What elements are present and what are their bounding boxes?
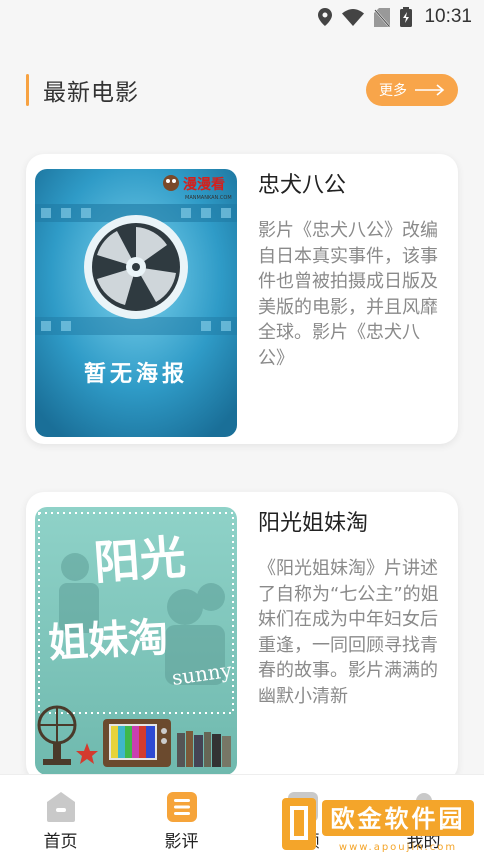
more-button[interactable]: 更多	[366, 74, 458, 106]
more-button-label: 更多	[379, 83, 407, 99]
nav-label-reviews: 影评	[164, 832, 199, 852]
movie-description-wrap: 影片《忠犬八公》改编自日本真实事件，该事件也曾被拍摄成日版及美版的电影，并且风靡…	[258, 218, 444, 396]
poster-title-line2: 姐妹淘	[47, 614, 169, 667]
status-time: 10:31	[424, 6, 472, 27]
status-bar: 10:31	[0, 0, 484, 34]
movie-title: 阳光姐妹淘	[258, 511, 369, 536]
arrow-right-icon	[415, 84, 445, 96]
watermark-url: www.apoujin.com	[339, 842, 457, 853]
nav-label-home: 首页	[43, 832, 78, 852]
poster-logo-text: 漫漫看	[183, 176, 225, 193]
no-sim-icon	[374, 7, 391, 27]
site-watermark: 欧金软件园 www.apoujin.com	[282, 794, 478, 858]
battery-charging-icon	[400, 7, 413, 27]
watermark-text: 欧金软件园	[331, 805, 466, 833]
poster-logo-subtext: MANMANKAN.COM	[185, 195, 232, 201]
title-accent-bar	[26, 74, 29, 106]
nav-item-home[interactable]: 首页	[21, 791, 101, 852]
movie-description-wrap: 《阳光姐妹淘》片讲述了自称为“七公主”的姐妹们在成为中年妇女后重逢，一同回顾寻找…	[258, 556, 444, 734]
list-icon	[166, 792, 197, 822]
home-icon	[46, 792, 75, 822]
movie-card[interactable]: 阳光 姐妹淘 sunny 阳光姐妹淘 《阳光姐妹淘》片讲述了自称为“七公主”的姐…	[26, 492, 458, 782]
movie-info: 阳光姐妹淘 《阳光姐妹淘》片讲述了自称为“七公主”的姐妹们在成为中年妇女后重逢，…	[258, 506, 444, 734]
movie-poster: 漫漫看 MANMANKAN.COM 暂无海报	[35, 169, 237, 437]
nav-item-reviews[interactable]: 影评	[142, 791, 222, 852]
movie-description: 影片《忠犬八公》改编自日本真实事件，该事件也曾被拍摄成日版及美版的电影，并且风靡…	[258, 220, 438, 369]
movie-description: 《阳光姐妹淘》片讲述了自称为“七公主”的姐妹们在成为中年妇女后重逢，一同回顾寻找…	[258, 558, 439, 707]
poster-title-line1: 阳光	[92, 530, 188, 590]
movie-card[interactable]: 漫漫看 MANMANKAN.COM 暂无海报 忠犬八公 影片《忠犬八公》改编自日…	[26, 154, 458, 444]
section-title-wrap: 最新电影	[26, 73, 139, 107]
wifi-icon	[342, 8, 365, 26]
movie-poster: 阳光 姐妹淘 sunny	[35, 507, 237, 775]
tv-illustration	[103, 719, 171, 767]
movie-title: 忠犬八公	[258, 173, 347, 198]
poster-caption: 暂无海报	[84, 361, 188, 387]
section-title: 最新电影	[43, 80, 139, 106]
movie-info: 忠犬八公 影片《忠犬八公》改编自日本真实事件，该事件也曾被拍摄成日版及美版的电影…	[258, 168, 444, 396]
section-header: 最新电影 更多	[26, 72, 458, 108]
location-icon	[318, 8, 333, 26]
